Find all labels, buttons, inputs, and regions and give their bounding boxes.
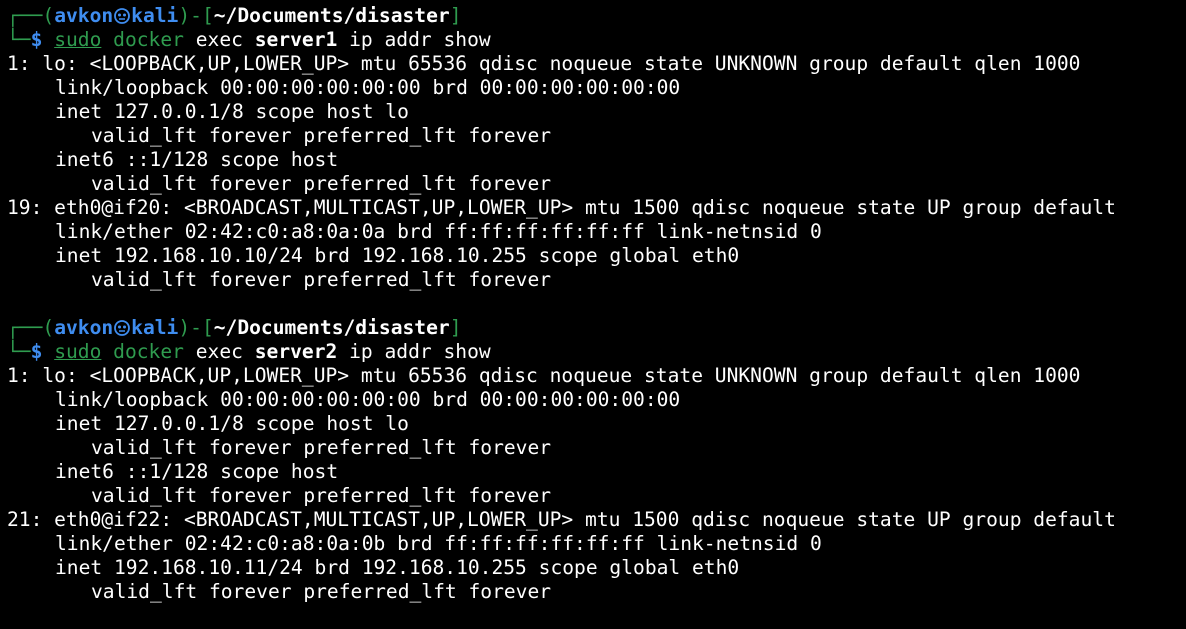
output-line: 19: eth0@if20: <BROADCAST,MULTICAST,UP,L… — [7, 196, 1116, 219]
output-line: inet 127.0.0.1/8 scope host lo — [55, 412, 409, 435]
command-container: server1 — [254, 28, 338, 51]
output-line: inet6 ::1/128 scope host — [55, 148, 339, 171]
prompt-frame-right: ] — [449, 316, 462, 339]
output-line: valid_lft forever preferred_lft forever — [91, 580, 552, 603]
prompt-header: ┌──(avkon kali)-[~/Documents/disaster] — [7, 4, 461, 28]
prompt-path: ~/Documents/disaster — [213, 316, 450, 339]
output-line: inet6 ::1/128 scope host — [55, 460, 339, 483]
output-line: link/loopback 00:00:00:00:00:00 brd 00:0… — [55, 76, 681, 99]
command-docker: docker — [113, 28, 184, 51]
command-sudo: sudo — [54, 340, 102, 363]
command-sudo: sudo — [54, 28, 102, 51]
output-line: valid_lft forever preferred_lft forever — [91, 268, 552, 291]
prompt-user: avkon — [54, 4, 114, 27]
output-line: inet 192.168.10.11/24 brd 192.168.10.255… — [55, 556, 740, 579]
prompt-host: kali — [131, 4, 179, 27]
prompt-path: ~/Documents/disaster — [213, 4, 450, 27]
prompt-frame-bottom: └─ — [7, 340, 31, 363]
output-line: valid_lft forever preferred_lft forever — [91, 124, 552, 147]
command-container: server2 — [254, 340, 338, 363]
prompt-header: ┌──(avkon kali)-[~/Documents/disaster] — [7, 316, 461, 340]
prompt-host: kali — [131, 316, 179, 339]
prompt-frame-mid: )-[ — [178, 316, 214, 339]
prompt-frame-right: ] — [449, 4, 462, 27]
prompt-frame-left: ┌──( — [7, 4, 55, 27]
output-line: valid_lft forever preferred_lft forever — [91, 172, 552, 195]
prompt-frame-left: ┌──( — [7, 316, 55, 339]
command-args: ip addr show — [349, 340, 491, 363]
output-line: link/loopback 00:00:00:00:00:00 brd 00:0… — [55, 388, 681, 411]
prompt-dollar: $ — [30, 28, 43, 51]
prompt-frame-bottom: └─ — [7, 28, 31, 51]
output-line: 1: lo: <LOOPBACK,UP,LOWER_UP> mtu 65536 … — [7, 52, 1081, 75]
output-line: inet 127.0.0.1/8 scope host lo — [55, 100, 409, 123]
output-line: valid_lft forever preferred_lft forever — [91, 436, 552, 459]
command-args: ip addr show — [349, 28, 491, 51]
output-line: valid_lft forever preferred_lft forever — [91, 484, 552, 507]
output-line: inet 192.168.10.10/24 brd 192.168.10.255… — [55, 244, 740, 267]
terminal-window[interactable]: ┌──(avkon kali)-[~/Documents/disaster] └─… — [0, 0, 1186, 629]
prompt-frame-mid: )-[ — [178, 4, 214, 27]
output-line: link/ether 02:42:c0:a8:0a:0b brd ff:ff:f… — [55, 532, 822, 555]
prompt-user: avkon — [54, 316, 114, 339]
command-exec: exec — [195, 340, 243, 363]
output-line: 1: lo: <LOOPBACK,UP,LOWER_UP> mtu 65536 … — [7, 364, 1081, 387]
command-docker: docker — [113, 340, 184, 363]
kali-skull-icon — [114, 320, 131, 336]
command-line[interactable]: └─$ sudo docker exec server1 ip addr sho… — [7, 28, 491, 52]
output-line: link/ether 02:42:c0:a8:0a:0a brd ff:ff:f… — [55, 220, 822, 243]
command-line[interactable]: └─$ sudo docker exec server2 ip addr sho… — [7, 340, 491, 364]
kali-skull-icon — [114, 8, 131, 24]
output-line: 21: eth0@if22: <BROADCAST,MULTICAST,UP,L… — [7, 508, 1116, 531]
prompt-dollar: $ — [30, 340, 43, 363]
command-exec: exec — [195, 28, 243, 51]
